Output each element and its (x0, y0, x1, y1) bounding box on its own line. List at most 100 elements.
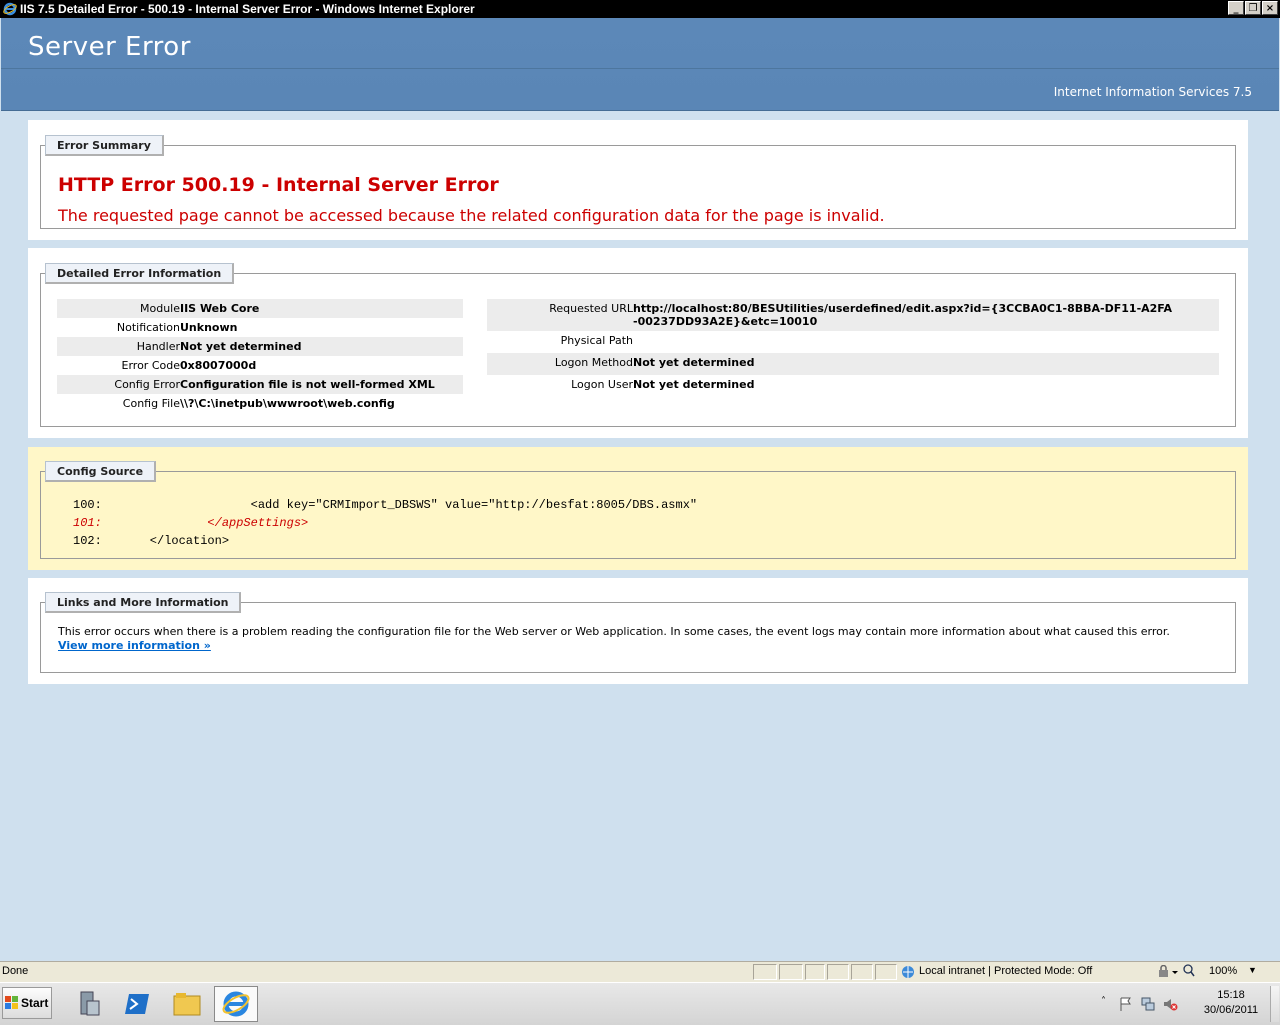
taskbar: Start ˄ 15:18 30/06/2011 (0, 982, 1280, 1025)
protected-mode-icon[interactable] (1157, 965, 1179, 979)
status-cell (805, 964, 825, 980)
detail-row-handler: Handler Not yet determined (57, 337, 463, 356)
window-title: IIS 7.5 Detailed Error - 500.19 - Intern… (20, 2, 475, 16)
detail-value: Configuration file is not well-formed XM… (180, 375, 463, 394)
detail-row-logon-method: Logon Method Not yet determined (487, 353, 1219, 375)
error-summary-panel: Error Summary HTTP Error 500.19 - Intern… (28, 120, 1248, 240)
intranet-zone-icon (902, 966, 914, 978)
internet-explorer-icon (3, 2, 17, 16)
links-legend: Links and More Information (45, 592, 242, 613)
start-label: Start (21, 996, 49, 1010)
zoom-icon[interactable] (1183, 964, 1195, 979)
detailed-error-panel: Detailed Error Information Module IIS We… (28, 248, 1248, 438)
code-line-text-error: </appSettings> (121, 516, 309, 530)
restore-button[interactable]: ❐ (1245, 1, 1261, 15)
detail-key: Config Error (57, 375, 180, 394)
minimize-button[interactable]: _ (1228, 1, 1244, 15)
detail-row-module: Module IIS Web Core (57, 299, 463, 318)
error-summary-fieldset: Error Summary HTTP Error 500.19 - Intern… (40, 135, 1236, 229)
code-line-text: </location> (121, 534, 230, 548)
detail-key: Logon Method (487, 353, 633, 375)
code-line-number: 100: (73, 498, 102, 512)
detail-key: Module (57, 299, 180, 318)
zoom-level[interactable]: 100% (1209, 965, 1237, 977)
links-panel: Links and More Information This error oc… (28, 578, 1248, 684)
requested-url-line2: -00237DD93A2E}&etc=10010 (633, 315, 818, 328)
internet-explorer-taskbar-button[interactable] (214, 986, 258, 1022)
detail-value: Not yet determined (633, 378, 755, 391)
windows-logo-icon (5, 996, 18, 1009)
detail-key: Config File (122, 397, 180, 410)
config-source-panel: Config Source 100: <add key="CRMImport_D… (28, 447, 1248, 570)
product-version: Internet Information Services 7.5 (1053, 85, 1252, 99)
detailed-error-fieldset: Detailed Error Information Module IIS We… (40, 263, 1236, 427)
page-title: Server Error (28, 32, 191, 62)
detail-row-error-code: Error Code 0x8007000d (57, 356, 463, 375)
header-title-band (1, 18, 1279, 69)
status-cell (851, 964, 873, 980)
server-manager-icon (80, 991, 100, 1016)
detail-value: 0x8007000d (180, 359, 257, 372)
error-summary-legend: Error Summary (45, 135, 164, 156)
detail-row-config-file: Config File \\?\C:\inetpub\wwwroot\web.c… (57, 394, 463, 413)
show-desktop-button[interactable] (1270, 986, 1279, 1022)
links-description: This error occurs when there is a proble… (58, 625, 1170, 638)
code-line-text: <add key="CRMImport_DBSWS" value="http:/… (121, 498, 698, 512)
detail-row-notification: Notification Unknown (57, 318, 463, 337)
status-cell (753, 964, 777, 980)
detail-key: Logon User (571, 378, 633, 391)
config-source-legend: Config Source (45, 461, 157, 482)
server-manager-button[interactable] (66, 986, 110, 1022)
detail-value: http://localhost:80/BESUtilities/userdef… (633, 299, 1219, 331)
start-button[interactable]: Start (2, 987, 52, 1019)
detailed-error-legend: Detailed Error Information (45, 263, 235, 284)
error-heading: HTTP Error 500.19 - Internal Server Erro… (58, 174, 499, 196)
details-right-table: Requested URL http://localhost:80/BESUti… (487, 299, 1219, 397)
window-title-bar[interactable]: IIS 7.5 Detailed Error - 500.19 - Intern… (0, 0, 1280, 18)
page-header: Server Error Internet Information Servic… (1, 18, 1279, 111)
details-left-table: Module IIS Web Core Notification Unknown… (57, 299, 463, 413)
links-fieldset: Links and More Information This error oc… (40, 592, 1236, 673)
code-line-number-error: 101: (73, 516, 102, 530)
clock-date: 30/06/2011 (1203, 1004, 1259, 1016)
requested-url-line1: http://localhost:80/BESUtilities/userdef… (633, 302, 1173, 315)
chevron-down-icon[interactable]: ▼ (1248, 965, 1257, 975)
config-source-fieldset: Config Source 100: <add key="CRMImport_D… (40, 461, 1236, 559)
detail-key: Handler (57, 337, 180, 356)
clock[interactable]: 15:18 30/06/2011 (1193, 988, 1269, 1018)
status-text: Done (2, 965, 29, 977)
detail-value: \\?\C:\inetpub\wwwroot\web.config (180, 397, 395, 410)
detail-value: Not yet determined (633, 353, 1219, 375)
clock-time: 15:18 (1217, 989, 1245, 1001)
detail-key: Requested URL (487, 299, 633, 331)
detail-row-logon-user: Logon User Not yet determined (487, 375, 1219, 397)
code-line-number: 102: (73, 534, 102, 548)
detail-key: Physical Path (560, 334, 633, 347)
status-cell (827, 964, 849, 980)
detail-value: Not yet determined (180, 337, 463, 356)
detail-row-config-error: Config Error Configuration file is not w… (57, 375, 463, 394)
windows-explorer-button[interactable] (165, 986, 209, 1022)
view-more-information-link[interactable]: View more information » (58, 639, 211, 652)
volume-muted-icon[interactable] (1162, 996, 1178, 1012)
powershell-icon (125, 994, 149, 1014)
status-bar: Done Local intranet | Protected Mode: Of… (0, 961, 1280, 982)
detail-key: Error Code (121, 359, 180, 372)
internet-explorer-icon (222, 991, 250, 1017)
detail-row-physical-path: Physical Path (487, 331, 1219, 353)
detail-row-requested-url: Requested URL http://localhost:80/BESUti… (487, 299, 1219, 331)
detail-key: Notification (116, 321, 180, 334)
close-button[interactable]: × (1262, 1, 1278, 15)
action-center-flag-icon[interactable] (1118, 996, 1134, 1012)
network-icon[interactable] (1140, 996, 1156, 1012)
folder-icon (173, 993, 201, 1016)
detail-value: Unknown (180, 321, 238, 334)
show-hidden-icons-icon[interactable]: ˄ (1101, 996, 1106, 1007)
detail-value: IIS Web Core (180, 299, 463, 318)
status-cell (779, 964, 803, 980)
detail-value (633, 331, 1219, 353)
status-cell (875, 964, 897, 980)
powershell-button[interactable] (115, 986, 159, 1022)
security-zone[interactable]: Local intranet | Protected Mode: Off (919, 965, 1092, 977)
error-description: The requested page cannot be accessed be… (58, 206, 885, 225)
